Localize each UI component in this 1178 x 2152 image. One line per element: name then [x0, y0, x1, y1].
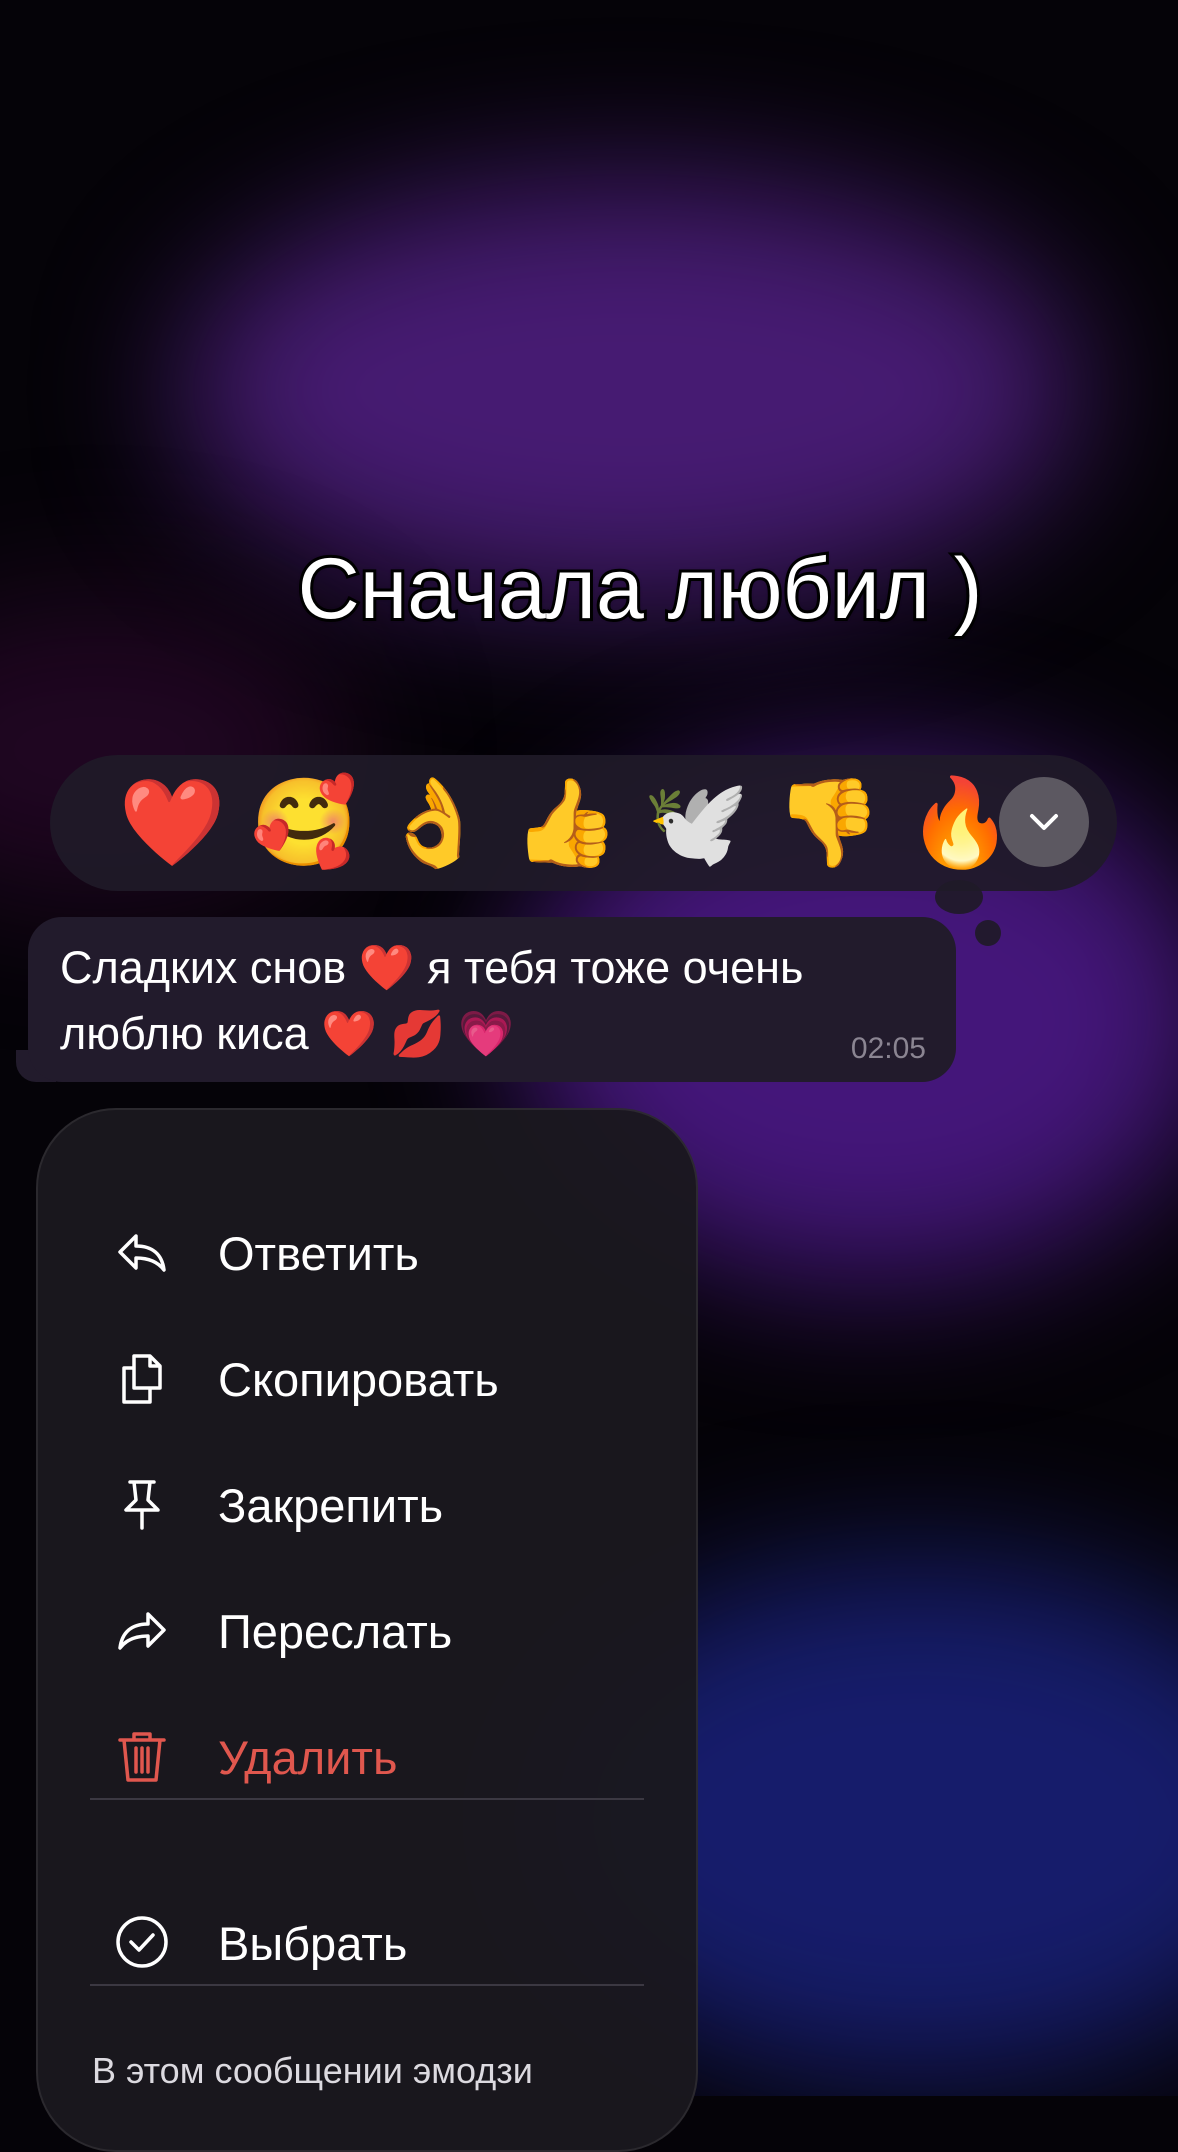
expand-reactions-button[interactable]: [999, 777, 1089, 867]
menu-item-copy[interactable]: Скопировать: [38, 1328, 696, 1428]
reaction-red-heart[interactable]: ❤️: [118, 773, 225, 873]
menu-item-select[interactable]: Выбрать: [38, 1892, 696, 1992]
reaction-smiling-face-with-hearts[interactable]: 🥰: [250, 773, 357, 873]
reaction-thumbs-up[interactable]: 👍: [512, 773, 619, 873]
menu-divider: [90, 1798, 644, 1800]
menu-item-reply[interactable]: Ответить: [38, 1202, 696, 1302]
reaction-fire[interactable]: 🔥: [906, 773, 1013, 873]
video-caption: Сначала любил ): [295, 538, 986, 640]
context-menu: Ответить Скопировать Закрепить Переслать…: [36, 1108, 698, 2152]
emoji-pack-note[interactable]: В этом сообщении эмодзи: [92, 2050, 533, 2092]
message-bubble[interactable]: Сладких снов ❤️ я тебя тоже очень люблю …: [28, 917, 956, 1082]
trash-icon: [114, 1728, 170, 1784]
reaction-dove[interactable]: 🕊️: [642, 773, 749, 873]
menu-item-forward[interactable]: Переслать: [38, 1580, 696, 1680]
reaction-thumbs-down[interactable]: 👎: [774, 773, 881, 873]
reply-icon: [114, 1224, 170, 1280]
reaction-bar-tail-dot: [975, 920, 1001, 946]
chevron-down-icon: [1030, 814, 1058, 830]
check-circle-icon: [114, 1914, 170, 1970]
reaction-ok-hand[interactable]: 👌: [380, 773, 487, 873]
menu-item-pin[interactable]: Закрепить: [38, 1454, 696, 1554]
menu-divider: [90, 1984, 644, 1986]
forward-icon: [114, 1602, 170, 1658]
message-time: 02:05: [850, 1032, 926, 1065]
pin-icon: [114, 1476, 170, 1532]
menu-item-delete[interactable]: Удалить: [38, 1706, 696, 1806]
copy-icon: [114, 1350, 170, 1406]
reaction-bar-tail: [935, 880, 983, 914]
reaction-bar: ❤️ 🥰 👌 👍 🕊️ 👎 🔥: [50, 755, 1117, 891]
message-text: Сладких снов ❤️ я тебя тоже очень люблю …: [60, 942, 804, 1059]
